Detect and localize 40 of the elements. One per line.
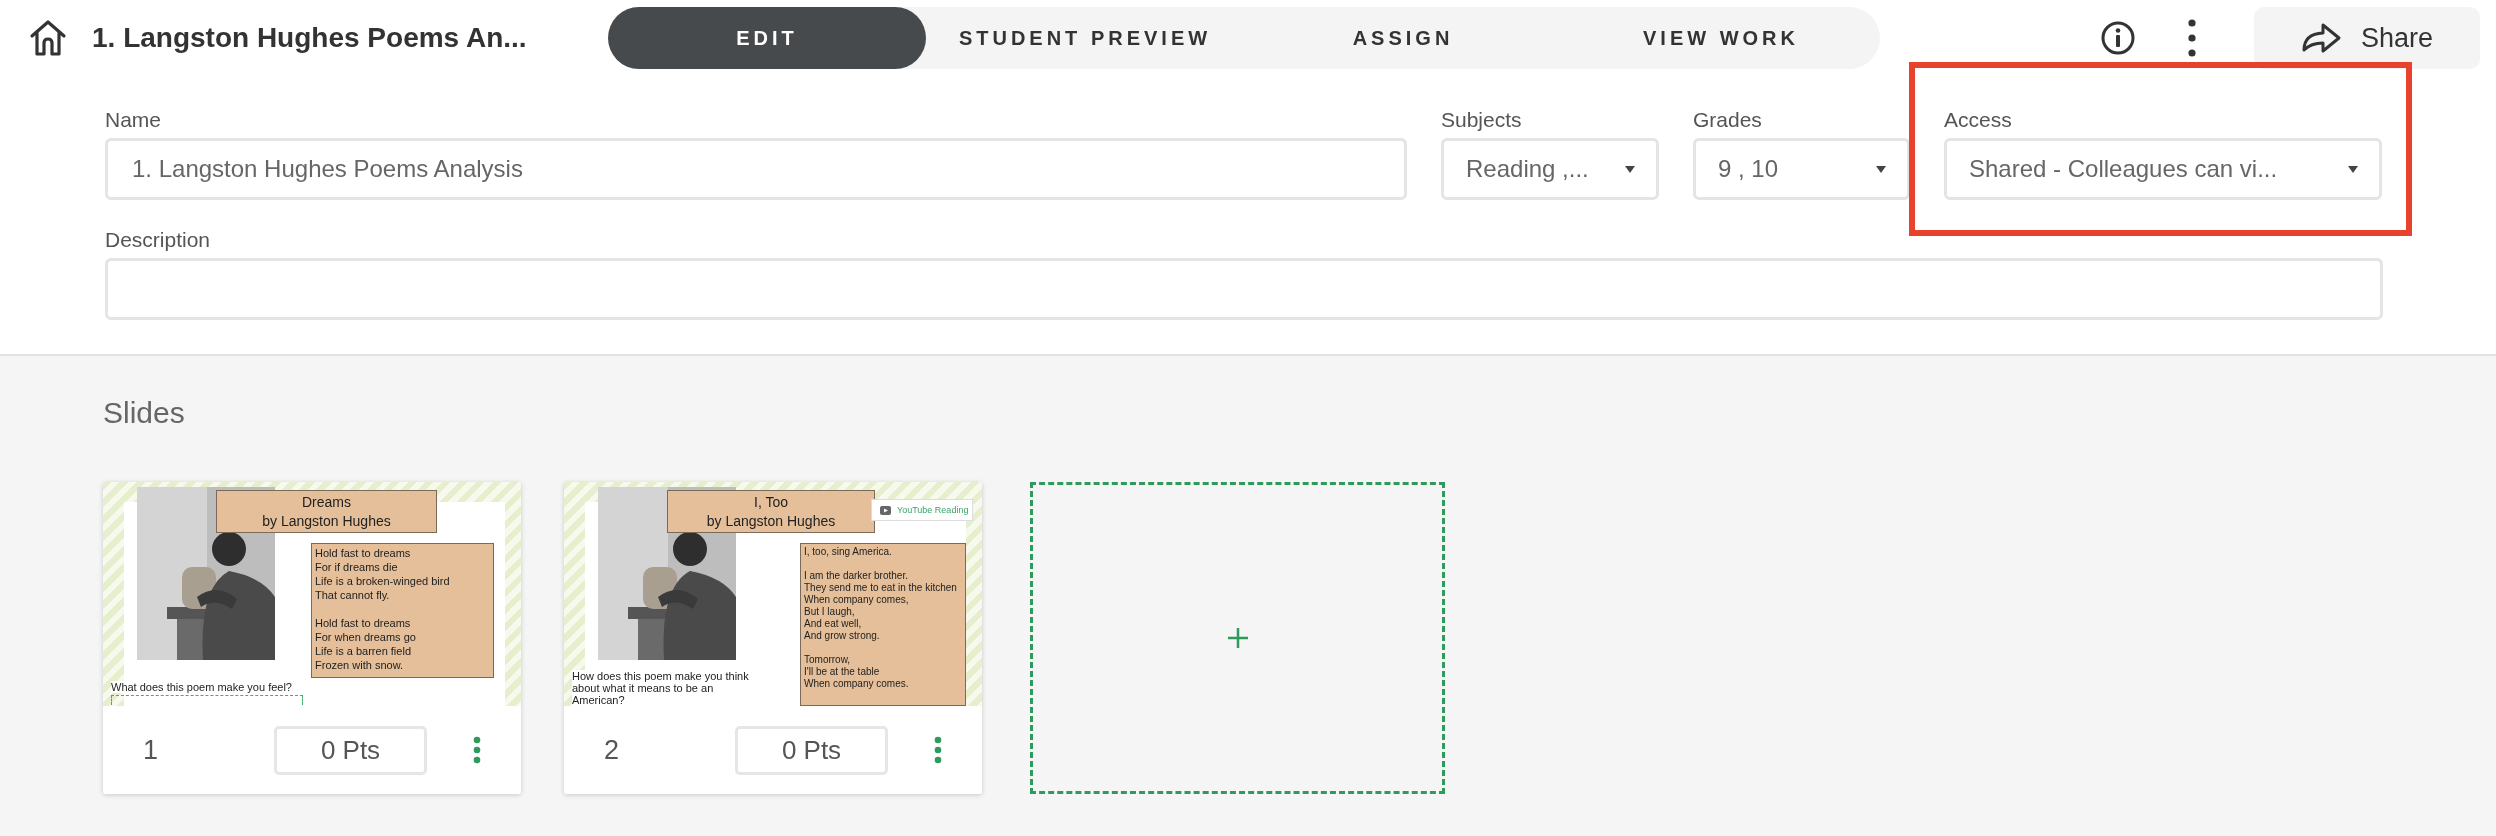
tab[interactable]: VIEW WORK xyxy=(1562,7,1880,69)
dropdown-value: Reading ,... xyxy=(1466,155,1589,183)
title-box: I, Too by Langston Hughes xyxy=(667,490,875,533)
share-button[interactable]: Share xyxy=(2254,7,2480,69)
points-field[interactable]: 0 Pts xyxy=(274,725,427,775)
field-label: Access xyxy=(1944,108,2013,132)
slide-number: 1 xyxy=(143,734,160,766)
tab[interactable]: EDIT xyxy=(608,7,926,69)
caret-icon[interactable] xyxy=(2347,164,2359,174)
dropdown[interactable]: Reading ,... xyxy=(1441,138,1659,200)
field-label: Subjects xyxy=(1441,108,1523,132)
title-box: Dreams by Langston Hughes xyxy=(216,490,437,533)
slide-card[interactable] xyxy=(564,482,982,794)
info-icon[interactable] xyxy=(2100,20,2136,56)
slide-card[interactable] xyxy=(103,482,521,794)
dropdown[interactable]: Shared - Colleagues can vi... xyxy=(1944,138,2382,200)
slide-number: 2 xyxy=(604,734,621,766)
poem-box: I, too, sing America. I am the darker brother. They send me to eat in the kitchen When company comes, But I laugh, And eat well, And grow strong. Tomorrow, I'll be at the table When company comes. xyxy=(800,543,966,706)
tab[interactable]: ASSIGN xyxy=(1244,7,1562,69)
tab[interactable]: STUDENT PREVIEW xyxy=(926,7,1244,69)
dropdown-value: Shared - Colleagues can vi... xyxy=(1969,155,2278,183)
dropdown-value: 9 , 10 xyxy=(1718,155,1779,183)
caret-icon[interactable] xyxy=(1624,164,1636,174)
video-icon[interactable] xyxy=(880,504,891,516)
home-icon[interactable] xyxy=(28,17,68,59)
input-field[interactable]: 1. Langston Hughes Poems Analysis xyxy=(105,138,1407,200)
input-field[interactable] xyxy=(105,258,2383,320)
more-icon[interactable] xyxy=(2188,19,2196,57)
field-label: Name xyxy=(105,108,163,132)
field-label: Grades xyxy=(1693,108,1763,132)
field-label: Description xyxy=(105,228,212,252)
link-text: YouTube Reading xyxy=(897,505,969,515)
lesson-title: 1. Langston Hughes Poems An... xyxy=(92,22,528,54)
caret-icon[interactable] xyxy=(1875,164,1887,174)
plus-icon[interactable] xyxy=(1226,627,1249,649)
points-field[interactable]: 0 Pts xyxy=(735,725,888,775)
poem-box: Hold fast to dreams For if dreams die Life is a broken-winged bird That cannot fly. Hold fast to dreams For when dreams go Life is a barren field Frozen with snow. xyxy=(311,543,494,678)
add-slide-button[interactable] xyxy=(1030,482,1445,794)
section-heading: Slides xyxy=(103,396,186,430)
dropdown[interactable]: 9 , 10 xyxy=(1693,138,1910,200)
